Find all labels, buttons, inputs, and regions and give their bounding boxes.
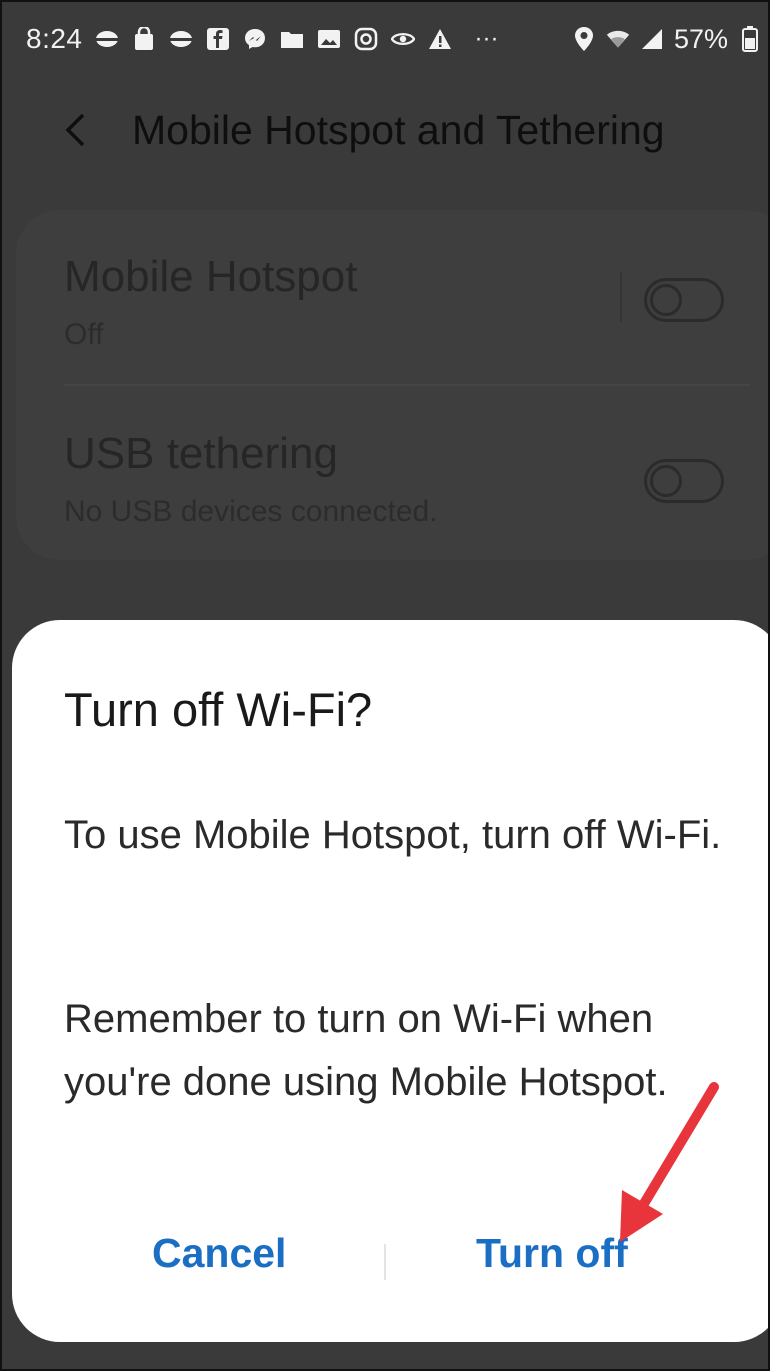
chevron-left-icon[interactable]	[64, 110, 98, 150]
status-time: 8:24	[26, 23, 83, 54]
status-bar: 8:24 ··· 57%	[2, 2, 768, 76]
setting-divider	[620, 272, 622, 322]
usb-tethering-toggle[interactable]	[644, 459, 724, 503]
setting-title: Mobile Hotspot	[64, 252, 358, 301]
cancel-button[interactable]: Cancel	[152, 1230, 286, 1277]
messenger-icon	[243, 27, 267, 51]
dialog-message: To use Mobile Hotspot, turn off Wi-Fi.	[64, 813, 722, 857]
settings-card: Mobile Hotspot Off USB tethering No USB …	[16, 210, 768, 560]
pokeball-icon	[95, 27, 119, 51]
phone-screen: 8:24 ··· 57% Mobile Hotspot and Tetherin…	[0, 0, 770, 1371]
turn-off-button[interactable]: Turn off	[476, 1230, 628, 1277]
setting-subtitle: No USB devices connected.	[64, 495, 438, 528]
image-icon	[317, 27, 341, 51]
dialog-title: Turn off Wi-Fi?	[64, 683, 373, 736]
setting-subtitle: Off	[64, 318, 104, 351]
setting-mobile-hotspot[interactable]: Mobile Hotspot Off	[16, 210, 768, 386]
folder-icon	[280, 27, 304, 51]
toggle-knob	[650, 284, 682, 316]
location-icon	[572, 27, 596, 51]
more-notifications-indicator: ···	[474, 25, 499, 52]
battery-icon	[738, 26, 762, 52]
signal-icon	[640, 27, 664, 51]
wifi-icon	[606, 27, 630, 51]
battery-percent: 57%	[673, 23, 728, 54]
instagram-icon	[354, 27, 378, 51]
warning-icon	[428, 27, 452, 51]
shopping-bag-icon	[132, 27, 156, 51]
turn-off-wifi-dialog: Turn off Wi-Fi? To use Mobile Hotspot, t…	[12, 620, 768, 1342]
button-divider	[384, 1244, 386, 1280]
dialog-actions: Cancel Turn off	[12, 1218, 768, 1304]
dialog-message-reminder: Remember to turn on Wi-Fi when you're do…	[64, 997, 668, 1104]
app-bar: Mobile Hotspot and Tethering	[2, 76, 768, 184]
mobile-hotspot-toggle[interactable]	[644, 278, 724, 322]
page-title: Mobile Hotspot and Tethering	[132, 106, 665, 153]
notification-icons: ···	[95, 25, 499, 53]
setting-title: USB tethering	[64, 429, 338, 478]
setting-usb-tethering[interactable]: USB tethering No USB devices connected.	[16, 385, 768, 560]
toggle-knob	[650, 465, 682, 497]
facebook-icon	[206, 27, 230, 51]
system-status: 57%	[572, 24, 762, 55]
pokeball-icon	[169, 27, 193, 51]
eye-icon	[390, 27, 415, 51]
